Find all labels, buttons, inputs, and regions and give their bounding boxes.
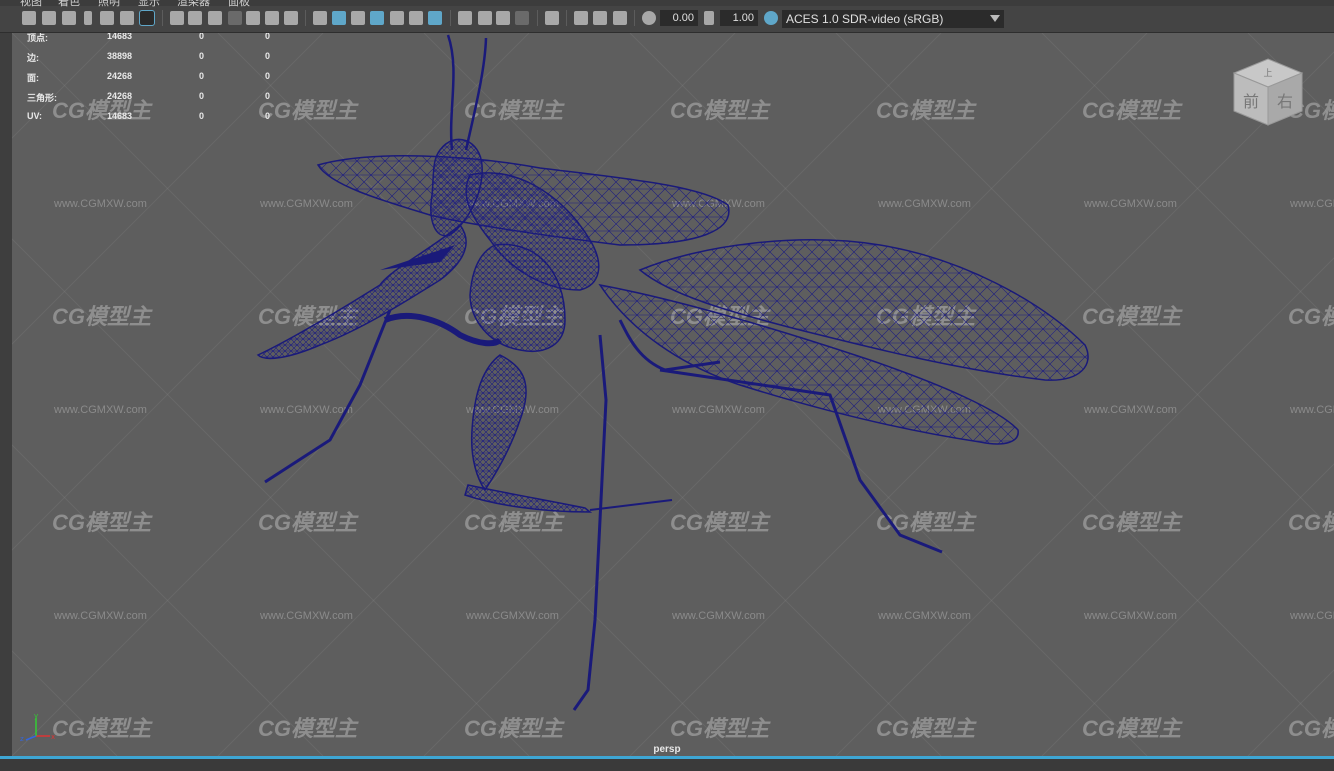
backface-icon[interactable] — [613, 11, 627, 25]
menu-lighting[interactable]: 照明 — [98, 0, 120, 9]
view-cube-top-label[interactable]: 上 — [1263, 68, 1272, 79]
wireframe-on-shaded-icon[interactable] — [351, 11, 365, 25]
chevron-down-icon[interactable] — [990, 15, 1000, 22]
hud-row: 顶点: 14683 0 0 — [27, 31, 287, 51]
image-plane-icon[interactable] — [100, 11, 114, 25]
isolate-icon[interactable] — [545, 11, 559, 25]
hud-value: 0 — [265, 111, 271, 121]
panel-toolbar: 0.00 1.00 ACES 1.0 SDR-video (sRGB) — [0, 6, 1334, 33]
bookmark-icon[interactable] — [84, 11, 92, 25]
grease-pencil-icon[interactable] — [139, 10, 155, 26]
hud-label: 边: — [27, 53, 39, 63]
hud-value: 0 — [199, 51, 205, 61]
resolution-gate-icon[interactable] — [208, 11, 222, 25]
hud-label: 三角形: — [27, 93, 57, 103]
toolbar-separator — [450, 10, 451, 26]
view-cube-icon[interactable]: 上 前 右 — [1230, 55, 1306, 131]
menu-view[interactable]: 视图 — [20, 0, 42, 9]
hud-value: 24268 — [107, 91, 133, 101]
hud-value: 24268 — [107, 71, 133, 81]
toolbar-separator — [537, 10, 538, 26]
perspective-viewport[interactable]: CG模型主 CG模型主 CG模型主 CG模型主 www.CGMXW.com www.CGM… — [12, 33, 1334, 756]
raptorial-foreleg-left — [256, 223, 467, 360]
color-management-icon[interactable] — [764, 11, 778, 25]
depth-of-field-icon[interactable] — [515, 11, 529, 25]
axis-gizmo: x y z — [20, 712, 56, 746]
safe-title-icon[interactable] — [284, 11, 298, 25]
axis-z-label: z — [20, 735, 24, 742]
gate-mask-icon[interactable] — [228, 11, 242, 25]
toolbar-separator — [305, 10, 306, 26]
motion-blur-icon[interactable] — [478, 11, 492, 25]
shadow-icon[interactable] — [428, 11, 442, 25]
panel-left-edge — [0, 33, 12, 771]
anti-aliasing-icon[interactable] — [496, 11, 510, 25]
smooth-shade-icon[interactable] — [332, 11, 346, 25]
exposure-field[interactable]: 0.00 — [660, 10, 698, 26]
safe-action-icon[interactable] — [265, 11, 279, 25]
toolbar-separator — [566, 10, 567, 26]
exposure-icon[interactable] — [642, 11, 656, 25]
hud-value: 0 — [265, 91, 271, 101]
color-space-dropdown[interactable]: ACES 1.0 SDR-video (sRGB) — [782, 10, 1004, 28]
hud-row: 三角形: 24268 0 0 — [27, 91, 287, 111]
panel-bottom-bar — [0, 756, 1334, 771]
gamma-icon[interactable] — [704, 11, 714, 25]
xray-joints-icon[interactable] — [574, 11, 588, 25]
2d-pan-zoom-icon[interactable] — [120, 11, 134, 25]
menu-shading[interactable]: 着色 — [58, 0, 80, 9]
camera-attr-icon[interactable] — [62, 11, 76, 25]
color-space-value: ACES 1.0 SDR-video (sRGB) — [786, 12, 944, 26]
hud-row: 边: 38898 0 0 — [27, 51, 287, 71]
toolbar-separator — [162, 10, 163, 26]
light-icon[interactable] — [409, 11, 423, 25]
view-cube-right-label[interactable]: 右 — [1277, 92, 1293, 111]
view-cube-front-label[interactable]: 前 — [1243, 92, 1259, 111]
hud-value: 38898 — [107, 51, 133, 61]
axis-x-label: x — [51, 733, 55, 741]
hud-label: 面: — [27, 73, 39, 83]
hud-value: 14683 — [107, 111, 133, 121]
menu-renderer[interactable]: 渲染器 — [177, 0, 210, 9]
hud-value: 0 — [265, 51, 271, 61]
axis-y-label: y — [34, 712, 38, 720]
hud-value: 0 — [199, 111, 205, 121]
grid-icon[interactable] — [170, 11, 184, 25]
camera-icon[interactable] — [22, 11, 36, 25]
xray-active-icon[interactable] — [593, 11, 607, 25]
hud-value: 0 — [199, 71, 205, 81]
menu-show[interactable]: 显示 — [138, 0, 160, 9]
lock-camera-icon[interactable] — [42, 11, 56, 25]
wireframe-insect-model[interactable] — [12, 33, 1334, 756]
poly-count-hud: 顶点: 14683 0 0 边: 38898 0 0 面: 24268 0 0 三角形: 24268 0 0 U… — [27, 31, 287, 131]
camera-name-label: persp — [653, 744, 681, 755]
hud-value: 0 — [199, 91, 205, 101]
toolbar-separator — [634, 10, 635, 26]
texture-icon[interactable] — [390, 11, 404, 25]
hud-value: 0 — [265, 71, 271, 81]
field-chart-icon[interactable] — [246, 11, 260, 25]
gamma-field[interactable]: 1.00 — [720, 10, 758, 26]
menu-panels[interactable]: 面板 — [228, 0, 250, 9]
hud-label: UV: — [27, 111, 43, 121]
raptorial-foreleg-right — [464, 354, 673, 513]
wireframe-icon[interactable] — [313, 11, 327, 25]
view-cube[interactable]: 上 前 右 — [1230, 55, 1306, 135]
ambient-occlusion-icon[interactable] — [458, 11, 472, 25]
hud-row: 面: 24268 0 0 — [27, 71, 287, 91]
film-gate-icon[interactable] — [188, 11, 202, 25]
viewport-menu-bar: 视图 着色 照明 显示 渲染器 面板 — [0, 0, 1334, 9]
hud-row: UV: 14683 0 0 — [27, 111, 287, 131]
xray-icon[interactable] — [370, 11, 384, 25]
